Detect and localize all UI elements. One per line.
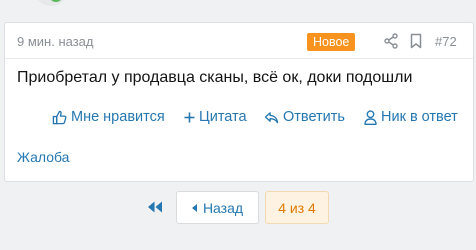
thumbs-up-icon <box>52 110 67 124</box>
report-link[interactable]: Жалоба <box>17 149 69 165</box>
post-card: 9 мин. назад Новое #72 Приобретал у прод… <box>4 22 474 182</box>
reply-icon <box>264 111 279 123</box>
post-header: 9 мин. назад Новое #72 <box>5 23 473 59</box>
post-timestamp[interactable]: 9 мин. назад <box>17 34 93 49</box>
post-number-link[interactable]: #72 <box>435 34 457 49</box>
quote-button[interactable]: Цитата <box>184 107 247 127</box>
online-status-icon <box>49 0 63 2</box>
quote-label: Цитата <box>199 109 247 125</box>
share-icon[interactable] <box>383 33 399 49</box>
avatar[interactable] <box>34 0 68 6</box>
double-chevron-left-icon[interactable] <box>146 198 164 216</box>
user-icon <box>364 109 377 125</box>
new-badge: Новое <box>307 33 356 51</box>
reply-label: Ответить <box>283 109 345 125</box>
previous-post-strip <box>0 0 476 20</box>
bookmark-icon[interactable] <box>410 33 422 49</box>
mention-label: Ник в ответ <box>381 109 458 125</box>
caret-left-icon <box>191 203 197 212</box>
like-button[interactable]: Мне нравится <box>52 107 165 127</box>
prev-page-label: Назад <box>202 199 244 216</box>
post-body: Приобретал у продавца сканы, всё ок, док… <box>17 69 413 86</box>
current-page-indicator[interactable]: 4 из 4 <box>265 191 329 224</box>
mention-button[interactable]: Ник в ответ <box>364 107 458 127</box>
plus-icon <box>184 112 195 122</box>
reply-button[interactable]: Ответить <box>264 107 345 127</box>
like-label: Мне нравится <box>71 109 165 125</box>
post-actions: Мне нравится Цитата Ответить Ник в ответ <box>5 107 473 127</box>
prev-page-button[interactable]: Назад <box>176 191 259 224</box>
pagination: Назад 4 из 4 <box>0 190 476 224</box>
